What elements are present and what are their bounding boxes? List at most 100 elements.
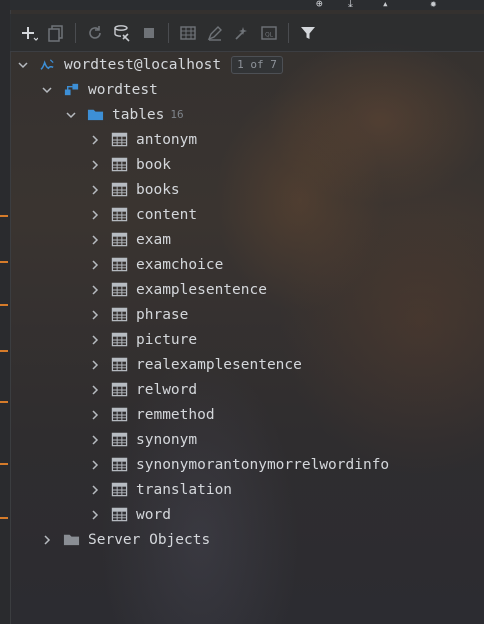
table-icon xyxy=(110,181,128,199)
tree-item-server-objects[interactable]: Server Objects xyxy=(40,527,210,552)
tree-item-connection[interactable]: wordtest@localhost 1 of 7 xyxy=(16,52,283,77)
table-icon xyxy=(110,281,128,299)
refresh-icon[interactable] xyxy=(84,22,106,44)
gutter-marker xyxy=(0,215,8,217)
table-label: picture xyxy=(136,331,198,348)
tree-item-tables-folder[interactable]: tables 16 xyxy=(64,102,184,127)
table-label: remmethod xyxy=(136,406,215,423)
connection-badge[interactable]: 1 of 7 xyxy=(231,55,283,74)
table-label: translation xyxy=(136,481,233,498)
tree-item-table[interactable]: book xyxy=(88,152,171,177)
tree-item-table[interactable]: relword xyxy=(88,377,197,402)
tree-item-table[interactable]: examchoice xyxy=(88,252,223,277)
table-icon xyxy=(110,431,128,449)
chevron-right-icon[interactable] xyxy=(40,533,54,547)
tree-item-table[interactable]: synonymorantonymorrelwordinfo xyxy=(88,452,389,477)
chevron-right-icon[interactable] xyxy=(88,483,102,497)
table-icon xyxy=(110,206,128,224)
table-icon xyxy=(110,506,128,524)
table-icon xyxy=(110,356,128,374)
chevron-right-icon[interactable] xyxy=(88,383,102,397)
table-icon xyxy=(110,231,128,249)
left-gutter xyxy=(0,0,11,624)
toolbar-separator xyxy=(288,22,289,43)
chevron-right-icon[interactable] xyxy=(88,283,102,297)
tree-item-table[interactable]: books xyxy=(88,177,180,202)
console-icon[interactable]: QL xyxy=(258,22,280,44)
tree-item-table[interactable]: exam xyxy=(88,227,171,252)
chevron-right-icon[interactable] xyxy=(88,358,102,372)
tree-item-table[interactable]: realexamplesentence xyxy=(88,352,302,377)
gutter-marker xyxy=(0,304,8,306)
duplicate-icon[interactable] xyxy=(45,22,67,44)
table-icon xyxy=(110,156,128,174)
gutter-marker xyxy=(0,401,8,403)
table-label: synonym xyxy=(136,431,198,448)
settings-icon[interactable]: ✹ xyxy=(430,0,437,9)
gutter-marker xyxy=(0,261,8,263)
chevron-right-icon[interactable] xyxy=(88,208,102,222)
tree-item-table[interactable]: examplesentence xyxy=(88,277,267,302)
chevron-right-icon[interactable] xyxy=(88,233,102,247)
table-label: relword xyxy=(136,381,198,398)
chevron-right-icon[interactable] xyxy=(88,408,102,422)
chevron-down-icon[interactable] xyxy=(40,83,54,97)
table-icon xyxy=(110,406,128,424)
table-label: synonymorantonymorrelwordinfo xyxy=(136,456,390,473)
tree-item-table[interactable]: phrase xyxy=(88,302,188,327)
table-icon xyxy=(110,306,128,324)
chevron-right-icon[interactable] xyxy=(88,258,102,272)
top-strip: ⊕ ⤓ ▴ ✹ xyxy=(10,0,484,10)
chevron-right-icon[interactable] xyxy=(88,308,102,322)
schema-tools-icon[interactable] xyxy=(111,22,133,44)
tables-folder-label: tables xyxy=(112,106,165,123)
tree-item-database[interactable]: wordtest xyxy=(40,77,158,102)
tree-item-table[interactable]: word xyxy=(88,502,171,527)
toolbar-separator xyxy=(168,22,169,43)
tree-item-table[interactable]: synonym xyxy=(88,427,197,452)
chevron-right-icon[interactable] xyxy=(88,158,102,172)
chevron-right-icon[interactable] xyxy=(88,433,102,447)
table-icon xyxy=(110,131,128,149)
chevron-right-icon[interactable] xyxy=(88,183,102,197)
edit-icon[interactable] xyxy=(204,22,226,44)
table-label: examchoice xyxy=(136,256,224,273)
chevron-down-icon[interactable] xyxy=(64,108,78,122)
stop-icon[interactable] xyxy=(138,22,160,44)
filter-icon[interactable] xyxy=(297,22,319,44)
svg-text:QL: QL xyxy=(265,31,274,38)
table-icon xyxy=(110,456,128,474)
table-icon xyxy=(110,331,128,349)
tree-item-table[interactable]: translation xyxy=(88,477,232,502)
table-icon xyxy=(110,381,128,399)
chevron-right-icon[interactable] xyxy=(88,333,102,347)
chevron-up-icon[interactable]: ▴ xyxy=(382,0,389,9)
chevron-down-icon[interactable] xyxy=(16,58,30,72)
download-icon[interactable]: ⤓ xyxy=(348,0,353,9)
tree-item-table[interactable]: content xyxy=(88,202,197,227)
add-icon[interactable] xyxy=(18,22,40,44)
connection-label: wordtest@localhost xyxy=(64,56,222,73)
gutter-marker xyxy=(0,517,8,519)
tree-item-table[interactable]: remmethod xyxy=(88,402,215,427)
tree-item-table[interactable]: antonym xyxy=(88,127,197,152)
table-icon xyxy=(110,256,128,274)
table-label: content xyxy=(136,206,198,223)
table-label: books xyxy=(136,181,180,198)
server-objects-label: Server Objects xyxy=(88,531,211,548)
chevron-right-icon[interactable] xyxy=(88,133,102,147)
schema-icon xyxy=(62,81,80,99)
gutter-marker xyxy=(0,463,8,465)
chevron-right-icon[interactable] xyxy=(88,458,102,472)
globe-icon[interactable]: ⊕ xyxy=(316,0,323,9)
folder-icon xyxy=(86,106,104,124)
chevron-right-icon[interactable] xyxy=(88,508,102,522)
table-icon[interactable] xyxy=(177,22,199,44)
database-label: wordtest xyxy=(88,81,158,98)
tree-item-table[interactable]: picture xyxy=(88,327,197,352)
jump-icon[interactable] xyxy=(231,22,253,44)
mysql-connection-icon xyxy=(38,56,56,74)
table-label: examplesentence xyxy=(136,281,267,298)
table-label: book xyxy=(136,156,171,173)
table-label: exam xyxy=(136,231,171,248)
